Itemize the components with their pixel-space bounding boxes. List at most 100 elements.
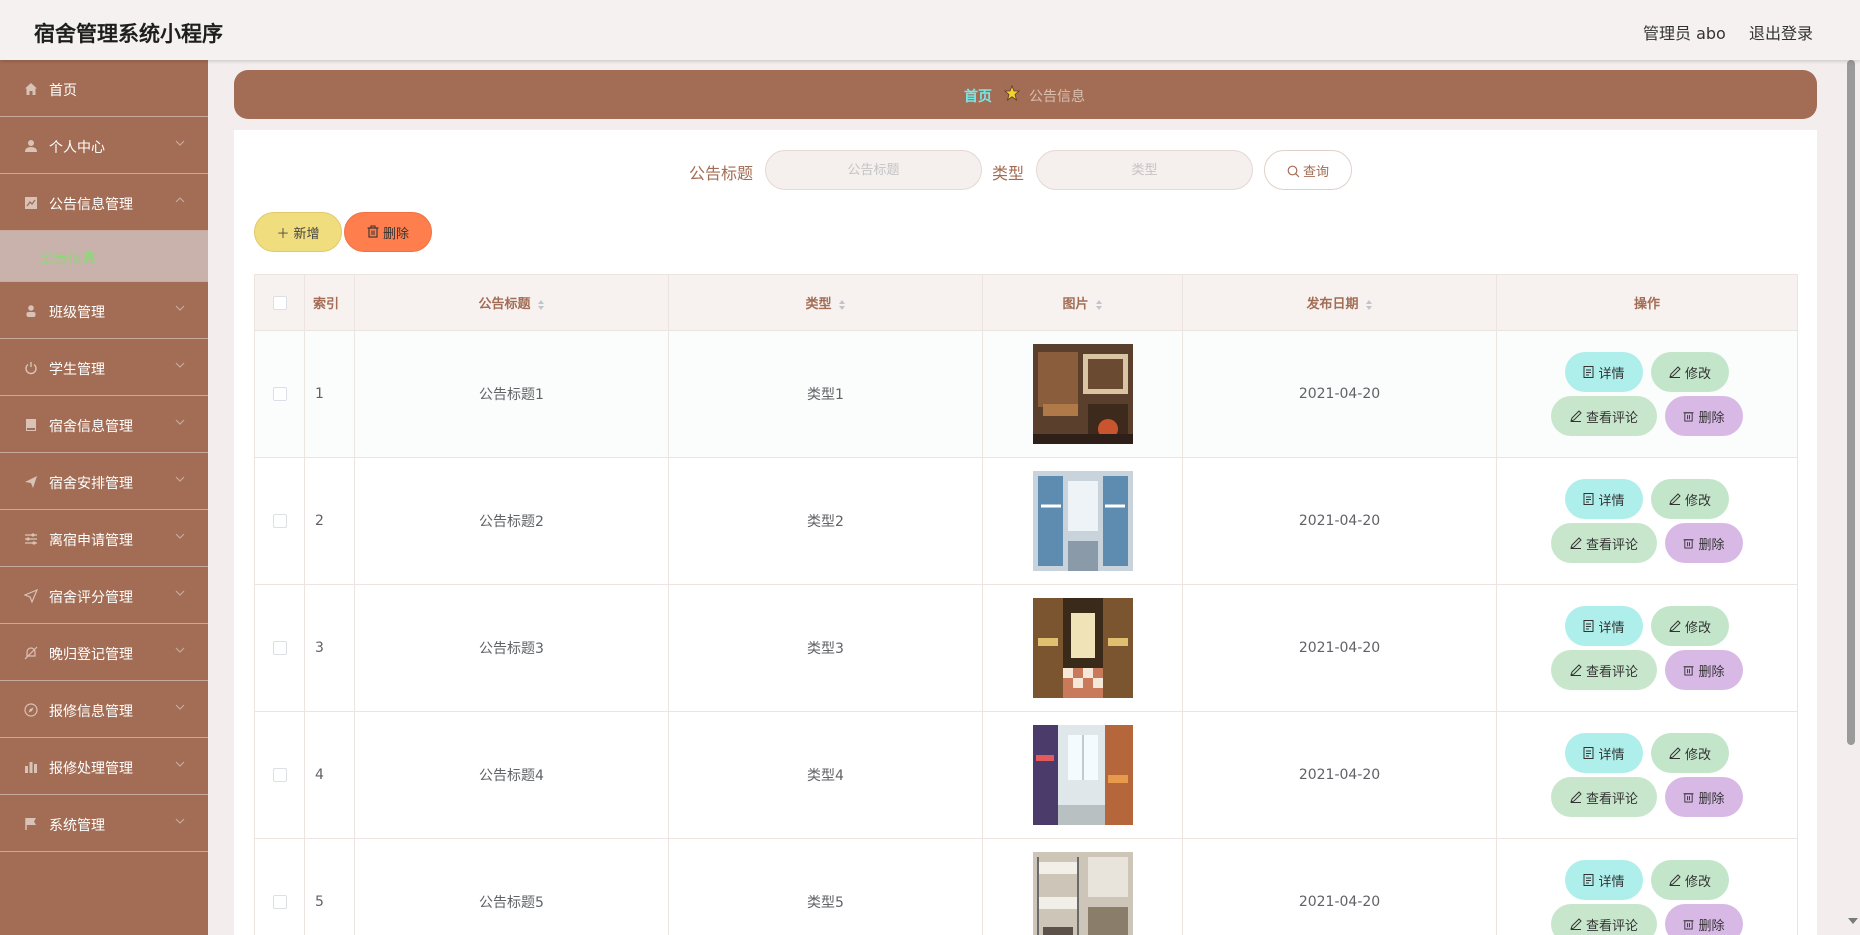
column-header-label: 公告标题 [478, 297, 531, 312]
column-header-type[interactable]: 类型 [668, 274, 983, 331]
dorm-room-thumbnail[interactable] [1032, 471, 1133, 571]
row-select-cell [254, 457, 305, 585]
row-image-cell [982, 457, 1183, 585]
sidebar-subitem-notice-info[interactable]: 公告信息 [0, 231, 208, 282]
chart-icon [25, 762, 37, 773]
home-icon [25, 83, 37, 95]
detail-button[interactable]: 详情 [1565, 606, 1643, 646]
type-search-input[interactable] [1036, 150, 1253, 190]
breadcrumb: 首页 公告信息 [234, 70, 1817, 119]
delete-label: 删除 [1698, 664, 1725, 680]
detail-button[interactable]: 详情 [1565, 733, 1643, 773]
table-header-row: 索引 公告标题 类型 图片 发布日期 操作 [254, 274, 1798, 331]
edit-button[interactable]: 修改 [1651, 479, 1729, 519]
column-header-date[interactable]: 发布日期 [1182, 274, 1497, 331]
delete-button[interactable]: 删除 [1665, 777, 1743, 817]
top-header: 宿舍管理系统小程序 管理员 abo 退出登录 [0, 0, 1860, 60]
dorm-room-thumbnail[interactable] [1032, 725, 1133, 825]
detail-button[interactable]: 详情 [1565, 479, 1643, 519]
view-comments-button[interactable]: 查看评论 [1551, 523, 1657, 563]
query-button-label: 查询 [1302, 164, 1329, 180]
row-index: 5 [304, 838, 355, 935]
pencil-icon [1669, 874, 1681, 886]
row-title: 公告标题4 [354, 711, 669, 839]
sort-icon[interactable] [838, 299, 846, 311]
batch-delete-button[interactable]: 删除 [344, 212, 432, 252]
delete-button[interactable]: 删除 [1665, 650, 1743, 690]
sidebar-item-repair-handling-management[interactable]: 报修处理管理 [0, 738, 208, 795]
add-button-label: 新增 [293, 226, 320, 242]
sidebar-item-student-management[interactable]: 学生管理 [0, 339, 208, 396]
view-comments-button[interactable]: 查看评论 [1551, 777, 1657, 817]
edit-button[interactable]: 修改 [1651, 352, 1729, 392]
delete-button[interactable]: 删除 [1665, 904, 1743, 935]
detail-label: 详情 [1598, 366, 1625, 382]
sidebar-item-leave-application-management[interactable]: 离宿申请管理 [0, 510, 208, 567]
sidebar-item-profile[interactable]: 个人中心 [0, 117, 208, 174]
trash-icon [1683, 793, 1695, 803]
row-checkbox[interactable] [272, 641, 287, 655]
add-button[interactable]: ＋新增 [254, 212, 342, 252]
sidebar-item-repair-info-management[interactable]: 报修信息管理 [0, 681, 208, 738]
delete-label: 删除 [1698, 410, 1725, 426]
power-icon [25, 362, 37, 375]
document-icon [1583, 366, 1594, 378]
sidebar-item-dorm-arrangement-management[interactable]: 宿舍安排管理 [0, 453, 208, 510]
chevron-up-icon [175, 197, 185, 203]
dorm-room-thumbnail[interactable] [1032, 598, 1133, 698]
sidebar-item-label: 系统管理 [49, 818, 105, 834]
sidebar-item-label: 学生管理 [49, 362, 105, 378]
document-icon [1583, 620, 1594, 632]
sort-icon[interactable] [1095, 299, 1103, 311]
sidebar-item-notice-management[interactable]: 公告信息管理 [0, 174, 208, 231]
column-header-index: 索引 [304, 274, 355, 331]
edit-button[interactable]: 修改 [1651, 606, 1729, 646]
row-checkbox[interactable] [272, 514, 287, 528]
detail-button[interactable]: 详情 [1565, 860, 1643, 900]
column-header-actions: 操作 [1496, 274, 1798, 331]
column-header-title[interactable]: 公告标题 [354, 274, 669, 331]
sort-icon[interactable] [537, 299, 545, 311]
sidebar-item-label: 宿舍信息管理 [49, 419, 133, 435]
detail-button[interactable]: 详情 [1565, 352, 1643, 392]
sort-icon[interactable] [1365, 299, 1373, 311]
view-comments-button[interactable]: 查看评论 [1551, 396, 1657, 436]
title-search-input[interactable] [765, 150, 982, 190]
row-select-cell [254, 711, 305, 839]
row-actions: 详情 修改 查看评论 删除 [1496, 838, 1798, 935]
dorm-room-thumbnail[interactable] [1032, 852, 1133, 935]
breadcrumb-current: 公告信息 [1029, 89, 1085, 105]
breadcrumb-home-link[interactable]: 首页 [964, 86, 992, 106]
sidebar-item-system-management[interactable]: 系统管理 [0, 795, 208, 852]
row-checkbox[interactable] [272, 895, 287, 909]
type-search-label: 类型 [992, 164, 1025, 183]
view-comments-button[interactable]: 查看评论 [1551, 904, 1657, 935]
logout-link[interactable]: 退出登录 [1749, 20, 1813, 44]
row-checkbox[interactable] [272, 768, 287, 782]
sidebar-item-dorm-info-management[interactable]: 宿舍信息管理 [0, 396, 208, 453]
view-comments-label: 查看评论 [1585, 410, 1638, 426]
star-icon [1004, 85, 1020, 101]
sidebar-item-home[interactable]: 首页 [0, 60, 208, 117]
sidebar-item-class-management[interactable]: 班级管理 [0, 282, 208, 339]
query-button[interactable]: 查询 [1264, 150, 1352, 190]
row-title: 公告标题5 [354, 838, 669, 935]
edit-button[interactable]: 修改 [1651, 860, 1729, 900]
delete-button[interactable]: 删除 [1665, 396, 1743, 436]
row-actions: 详情 修改 查看评论 删除 [1496, 457, 1798, 585]
row-actions: 详情 修改 查看评论 删除 [1496, 584, 1798, 712]
select-all-checkbox[interactable] [272, 295, 287, 310]
sidebar-item-late-return-management[interactable]: 晚归登记管理 [0, 624, 208, 681]
row-checkbox[interactable] [272, 387, 287, 401]
dorm-room-thumbnail[interactable] [1032, 344, 1133, 444]
edit-button[interactable]: 修改 [1651, 733, 1729, 773]
delete-button[interactable]: 删除 [1665, 523, 1743, 563]
column-header-image[interactable]: 图片 [982, 274, 1183, 331]
row-type: 类型1 [668, 330, 983, 458]
scroll-down-arrow-icon[interactable] [1848, 918, 1858, 924]
scrollbar-thumb[interactable] [1847, 60, 1855, 745]
view-comments-button[interactable]: 查看评论 [1551, 650, 1657, 690]
edit-label: 修改 [1684, 747, 1711, 763]
chevron-down-icon [175, 305, 185, 311]
sidebar-item-dorm-rating-management[interactable]: 宿舍评分管理 [0, 567, 208, 624]
